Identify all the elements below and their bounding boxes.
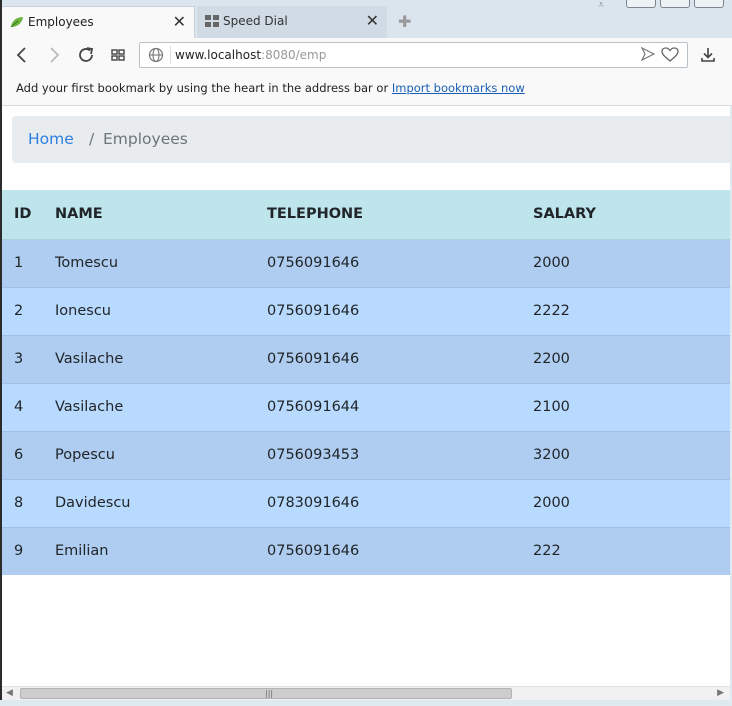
download-icon[interactable] xyxy=(699,46,717,64)
cell-id: 4 xyxy=(2,382,42,431)
import-bookmarks-link[interactable]: Import bookmarks now xyxy=(392,81,525,95)
navigation-bar: www.localhost:8080/emp xyxy=(2,38,732,74)
minimize-button[interactable] xyxy=(626,0,656,8)
cell-salary: 2222 xyxy=(532,286,730,335)
close-icon[interactable]: ✕ xyxy=(173,12,186,31)
divider xyxy=(170,46,171,64)
cell-salary: 2200 xyxy=(532,334,730,383)
table-row: 1 Tomescu 0756091646 2000 xyxy=(2,238,730,287)
cell-name: Tomescu xyxy=(42,238,266,287)
close-window-button[interactable] xyxy=(694,0,724,8)
tiles-icon[interactable] xyxy=(107,44,129,66)
table-row: 8 Davidescu 0783091646 2000 xyxy=(2,478,730,527)
reload-icon[interactable] xyxy=(75,44,97,66)
page-content: Home / Employees ID NAME TELEPHONE SALAR… xyxy=(2,106,730,686)
cell-telephone: 0756093453 xyxy=(266,430,532,479)
cell-telephone: 0756091646 xyxy=(266,238,532,287)
window-controls xyxy=(626,0,724,8)
column-header-telephone: TELEPHONE xyxy=(266,190,532,240)
cell-name: Vasilache xyxy=(42,382,266,431)
table-row: 9 Emilian 0756091646 222 xyxy=(2,526,730,575)
table-row: 6 Popescu 0756093453 3200 xyxy=(2,430,730,479)
tab-employees[interactable]: Employees ✕ xyxy=(2,6,195,38)
window-bottom-edge xyxy=(0,700,732,706)
forward-icon[interactable] xyxy=(43,44,65,66)
cell-name: Vasilache xyxy=(42,334,266,383)
horizontal-scrollbar[interactable]: ◀ ||| ▶ xyxy=(2,686,730,701)
tab-title: Employees xyxy=(28,15,94,29)
cell-id: 3 xyxy=(2,334,42,383)
cell-id: 1 xyxy=(2,238,42,287)
bookmark-bar: Add your first bookmark by using the hea… xyxy=(2,74,732,106)
cell-name: Popescu xyxy=(42,430,266,479)
tab-list-icon[interactable]: ⩡ xyxy=(598,0,604,12)
cell-telephone: 0756091646 xyxy=(266,286,532,335)
cell-telephone: 0756091646 xyxy=(266,334,532,383)
cell-id: 6 xyxy=(2,430,42,479)
globe-icon xyxy=(148,47,164,63)
cell-telephone: 0783091646 xyxy=(266,478,532,527)
employees-table: ID NAME TELEPHONE SALARY 1 Tomescu 07560… xyxy=(2,190,730,575)
scroll-left-icon[interactable]: ◀ xyxy=(6,688,13,698)
breadcrumb-separator: / xyxy=(89,130,95,148)
table-header-row: ID NAME TELEPHONE SALARY xyxy=(2,190,730,240)
close-icon[interactable]: ✕ xyxy=(366,11,379,30)
tab-bar: Employees ✕ Speed Dial ✕ ✚ ⩡ xyxy=(2,0,732,38)
tab-title: Speed Dial xyxy=(223,14,288,28)
bookmark-bar-message: Add your first bookmark by using the hea… xyxy=(16,81,525,95)
back-icon[interactable] xyxy=(11,44,33,66)
cell-salary: 222 xyxy=(532,526,730,575)
speed-dial-icon xyxy=(205,15,219,27)
cell-telephone: 0756091644 xyxy=(266,382,532,431)
table-row: 3 Vasilache 0756091646 2200 xyxy=(2,334,730,383)
scrollbar-thumb[interactable]: ||| xyxy=(20,688,512,699)
cell-salary: 2100 xyxy=(532,382,730,431)
table-row: 4 Vasilache 0756091644 2100 xyxy=(2,382,730,431)
leaf-favicon-icon xyxy=(10,17,23,28)
cell-salary: 2000 xyxy=(532,238,730,287)
breadcrumb-current: Employees xyxy=(103,130,188,148)
heart-icon[interactable] xyxy=(661,46,679,64)
address-bar[interactable]: www.localhost:8080/emp xyxy=(139,42,688,68)
cell-salary: 2000 xyxy=(532,478,730,527)
cell-telephone: 0756091646 xyxy=(266,526,532,575)
url-text: www.localhost:8080/emp xyxy=(175,48,326,62)
cell-id: 2 xyxy=(2,286,42,335)
breadcrumb: Home / Employees xyxy=(12,116,730,163)
column-header-salary: SALARY xyxy=(532,190,730,240)
cell-id: 8 xyxy=(2,478,42,527)
url-path: :8080/emp xyxy=(261,48,327,62)
column-header-name: NAME xyxy=(42,190,266,240)
breadcrumb-home-link[interactable]: Home xyxy=(28,130,74,148)
send-icon[interactable] xyxy=(641,47,655,61)
new-tab-icon[interactable]: ✚ xyxy=(398,12,411,31)
scroll-right-icon[interactable]: ▶ xyxy=(717,688,724,698)
tab-speed-dial[interactable]: Speed Dial ✕ xyxy=(197,6,387,38)
bookmark-hint-text: Add your first bookmark by using the hea… xyxy=(16,81,392,95)
table-row: 2 Ionescu 0756091646 2222 xyxy=(2,286,730,335)
url-host: www.localhost xyxy=(175,48,262,62)
maximize-button[interactable] xyxy=(660,0,690,8)
cell-name: Davidescu xyxy=(42,478,266,527)
cell-name: Ionescu xyxy=(42,286,266,335)
cell-salary: 3200 xyxy=(532,430,730,479)
grip-icon: ||| xyxy=(265,689,274,698)
cell-name: Emilian xyxy=(42,526,266,575)
column-header-id: ID xyxy=(2,190,42,240)
cell-id: 9 xyxy=(2,526,42,575)
